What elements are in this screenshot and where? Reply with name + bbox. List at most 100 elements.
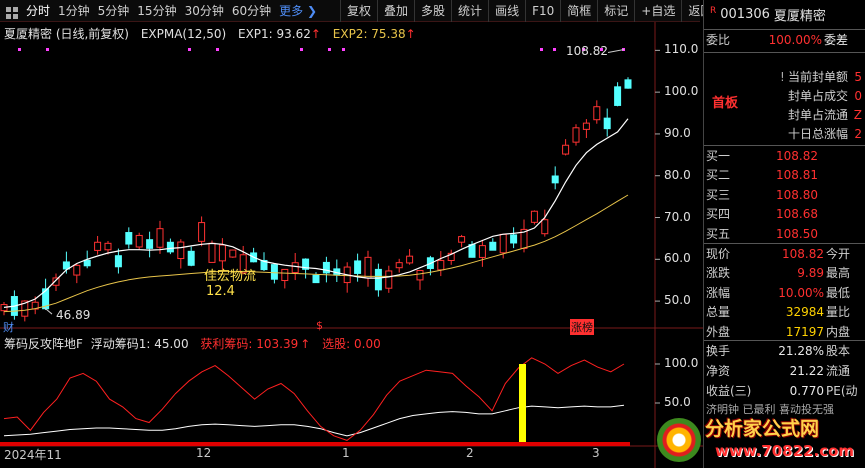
toolbar-action-2[interactable]: 多股 [414, 0, 451, 22]
toolbar-action-4[interactable]: 画线 [488, 0, 525, 22]
candle-body [551, 175, 559, 184]
exp2-label: EXP2: 75.38↑ [332, 27, 416, 41]
signal-dot [46, 48, 49, 51]
profit-chips-label: 获利筹码: 103.39 [200, 337, 299, 351]
select-stock-label: 选股: 0.00 [322, 337, 381, 351]
candle-body [166, 241, 174, 253]
candle-body [218, 244, 226, 262]
candle-body [312, 274, 320, 284]
grid-icon[interactable] [6, 7, 18, 19]
signal-dot [342, 48, 345, 51]
watermark-text: 分析家公式网 [705, 418, 820, 440]
toolbar-action-8[interactable]: +自选 [634, 0, 681, 22]
candle-body [73, 264, 81, 276]
quote-row: 涨跌 9.89 最高 [706, 266, 851, 281]
toolbar-action-3[interactable]: 统计 [451, 0, 488, 22]
x-tick-label: 3 [592, 446, 600, 460]
indicator-tick-label: 50.0 [664, 395, 691, 409]
candle-body [437, 260, 445, 271]
bid-row[interactable]: 买二 108.81 [704, 165, 865, 186]
candle-body [322, 261, 330, 274]
stats-row: 换手 21.28% 股本 [706, 344, 851, 358]
event-marker[interactable]: $ [316, 319, 323, 332]
baseline-bar [0, 442, 630, 446]
candle-body [83, 259, 91, 267]
bid-row[interactable]: 买一 108.82 [704, 146, 865, 167]
candle-body [416, 269, 424, 281]
candle-body [354, 260, 362, 274]
period-tab-3[interactable]: 15分钟 [133, 0, 180, 22]
toolbar-action-5[interactable]: F10 [525, 0, 560, 22]
toolbar-actions: 复权 叠加 多股 统计 画线 F10 简框 标记 +自选 返回 [340, 0, 718, 22]
candle-body [458, 236, 466, 243]
toolbar-action-6[interactable]: 简框 [560, 0, 597, 22]
indicator-legend: 筹码反攻阵地F 浮动筹码1: 45.00 获利筹码: 103.39 ↑ 选股: 0… [4, 337, 381, 351]
toolbar-action-1[interactable]: 叠加 [377, 0, 414, 22]
candle-body [187, 250, 195, 266]
candle-body [468, 244, 476, 258]
watermark-url: www.70822.com [715, 442, 855, 460]
board-label: 首板 [712, 96, 739, 111]
candle-body [593, 106, 601, 121]
period-tab-5[interactable]: 60分钟 [228, 0, 275, 22]
price-chart[interactable] [0, 22, 703, 330]
period-tab-1[interactable]: 1分钟 [54, 0, 94, 22]
price-legend: 夏厦精密 (日线,前复权) EXPMA(12,50) EXP1: 93.62↑ … [4, 25, 424, 42]
signal-dot [300, 48, 303, 51]
quote-row: 现价 108.82 今开 [706, 247, 851, 261]
toolbar-action-0[interactable]: 复权 [340, 0, 377, 22]
stock-title: R 001306 夏厦精密 [704, 0, 865, 30]
float-chips-label: 浮动筹码1: 45.00 [90, 337, 189, 351]
chart-area[interactable]: 夏厦精密 (日线,前复权) EXPMA(12,50) EXP1: 93.62↑ … [0, 22, 703, 468]
period-tab-4[interactable]: 30分钟 [181, 0, 228, 22]
bid-row[interactable]: 买三 108.80 [704, 185, 865, 206]
quote-panel: R 001306 夏厦精密 委比 100.00% 委差 ! 当前封单额 5 封单占成交… [703, 0, 865, 468]
period-tabs: 分时 1分钟 5分钟 15分钟 30分钟 60分钟 [22, 0, 275, 22]
indicator-title: 筹码反攻阵地F [4, 337, 83, 351]
finance-marker[interactable]: 财 [3, 319, 14, 335]
candle-body [385, 270, 393, 289]
annotation-value: 12.4 [206, 284, 235, 299]
price-tick-label: 100.0 [664, 84, 699, 99]
select-signal-bar [519, 364, 526, 442]
more-periods-button[interactable]: 更多 ❯ [275, 0, 321, 22]
candle-body [582, 122, 590, 130]
stock-code: 001306 [720, 7, 770, 22]
quote-row: 涨幅 10.00% 最低 [706, 285, 851, 300]
candle-body [541, 219, 549, 235]
candle-body [281, 268, 289, 282]
top-gainers-marker[interactable]: 涨榜 [570, 319, 594, 335]
candle-body [624, 79, 632, 89]
signal-dot [553, 48, 556, 51]
signal-dot [188, 48, 191, 51]
x-tick-label: 1 [342, 446, 350, 460]
price-tick-label: 60.0 [664, 251, 691, 266]
annotation-name: 佳宏物流 [204, 269, 257, 284]
x-tick-label: 2 [466, 446, 474, 460]
chart-title: 夏厦精密 (日线,前复权) [4, 27, 129, 41]
high-price-label: 108.82 [566, 44, 608, 58]
top-toolbar: 分时 1分钟 5分钟 15分钟 30分钟 60分钟 更多 ❯ 复权 叠加 多股 统计 画线 F10 简… [0, 0, 712, 22]
candle-body [510, 234, 518, 244]
stats-row: 净资 21.22 流通 [706, 364, 851, 378]
stats-row: 收益(三) 0.770 PE(动 [706, 384, 858, 398]
candle-body [499, 233, 507, 254]
candle-body [364, 256, 372, 279]
candle-body [146, 239, 154, 249]
signal-dot [216, 48, 219, 51]
period-tab-0[interactable]: 分时 [22, 0, 54, 22]
period-tab-2[interactable]: 5分钟 [94, 0, 134, 22]
candle-body [614, 86, 622, 106]
r-badge: R [710, 5, 717, 16]
bid-row[interactable]: 买五 108.50 [704, 224, 865, 245]
indicator-tick-label: 100.0 [664, 356, 699, 370]
price-tick-label: 50.0 [664, 293, 691, 308]
signal-dot [328, 48, 331, 51]
price-tick-label: 80.0 [664, 167, 691, 182]
candle-body [114, 255, 122, 268]
candle-body [270, 264, 278, 280]
candle-body [104, 242, 112, 251]
quote-row: 总量 32984 量比 [706, 305, 851, 320]
toolbar-action-7[interactable]: 标记 [597, 0, 634, 22]
bid-row[interactable]: 买四 108.68 [704, 204, 865, 225]
